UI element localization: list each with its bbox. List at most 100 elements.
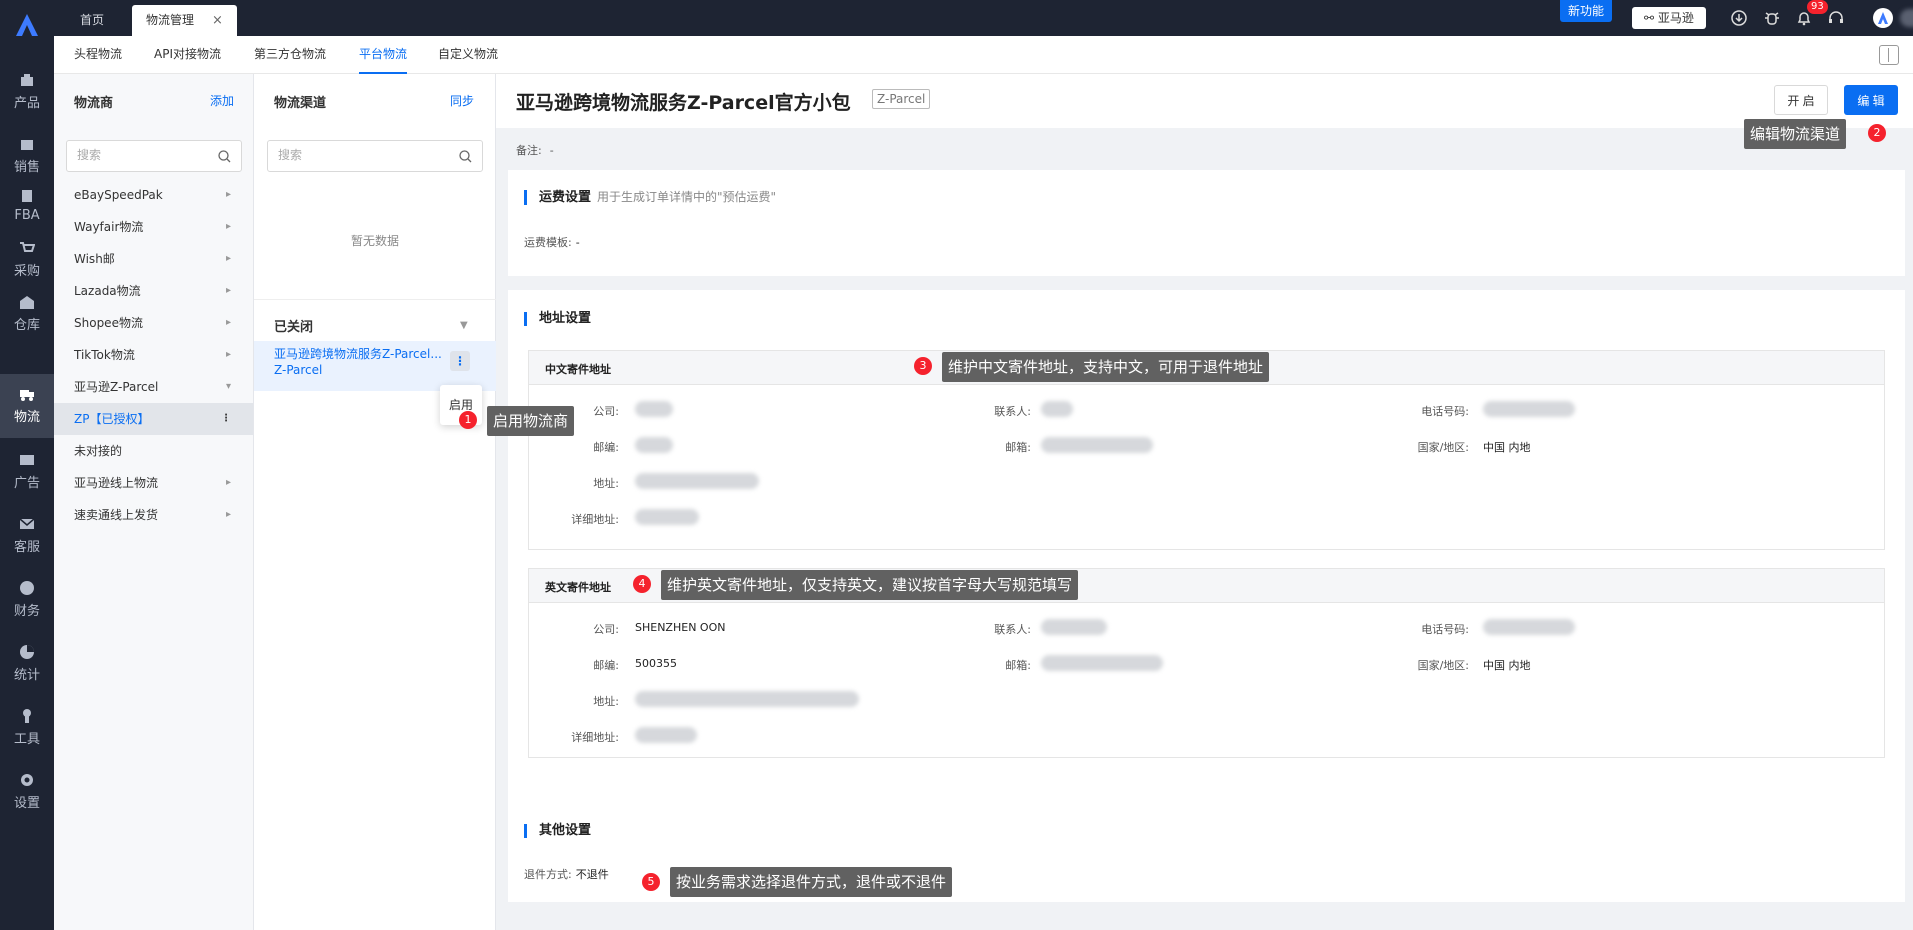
provider-item[interactable]: TikTok物流 ▸ [54, 339, 253, 371]
edit-button[interactable]: 编 辑 [1844, 85, 1898, 115]
user-name-blurred[interactable] [1900, 9, 1913, 27]
channel-name: 亚马逊跨境物流服务Z-Parcel... Z-Parcel [274, 346, 450, 378]
tab-logistics-management[interactable]: 物流管理 × [132, 5, 237, 36]
channel-search[interactable] [267, 140, 483, 172]
rail-item-stats[interactable]: 统计 [0, 632, 54, 696]
more-icon[interactable]: ⋮ [221, 403, 231, 435]
chevron-right-icon: ▸ [225, 253, 231, 264]
remark-label: 备注: [516, 144, 542, 157]
product-icon [21, 74, 33, 86]
provider-item[interactable]: eBaySpeedPak ▸ [54, 179, 253, 211]
rail-label: 客服 [13, 540, 40, 555]
channel-panel: 物流渠道 同步 暂无数据 已关闭 ▼ 亚马逊跨境物流服务Z-Parcel... … [254, 74, 496, 930]
rail-label: 设置 [13, 796, 40, 811]
provider-item[interactable]: 速卖通线上发货 ▸ [54, 499, 253, 531]
channel-name-line: 亚马逊跨境物流服务Z-Parcel... [274, 347, 442, 361]
tab-home[interactable]: 首页 [66, 5, 118, 36]
rail-item-warehouse[interactable]: 仓库 [0, 282, 54, 346]
provider-label: Lazada物流 [74, 284, 141, 298]
open-button[interactable]: 开 启 [1774, 85, 1828, 115]
freight-template-label: 运费模板: [524, 236, 572, 249]
subtab-first-leg[interactable]: 头程物流 [74, 36, 122, 74]
rail-label: 销售 [13, 160, 40, 175]
amazon-label: 亚马逊 [1657, 11, 1694, 25]
detail-address-label: 详细地址: [571, 513, 619, 526]
avatar[interactable] [1873, 8, 1893, 28]
annotation-tooltip: 维护英文寄件地址，仅支持英文，建议按首字母大写规范填写 [661, 570, 1079, 600]
truck-icon [20, 390, 34, 401]
return-method-value[interactable]: 不退件 [576, 868, 609, 881]
sync-link[interactable]: 同步 [450, 92, 474, 109]
subtab-custom[interactable]: 自定义物流 [438, 36, 498, 74]
notification-count-badge: 93 [1807, 0, 1828, 14]
new-feature-badge[interactable]: 新功能 [1560, 0, 1612, 22]
empty-state-text: 暂无数据 [350, 234, 399, 248]
provider-item-unconnected[interactable]: 未对接的 [54, 435, 253, 467]
rail-item-finance[interactable]: 财务 [0, 568, 54, 632]
provider-label: eBaySpeedPak [74, 188, 163, 202]
finance-icon [20, 581, 34, 595]
annotation-number: 5 [642, 873, 660, 891]
company-value-blurred [635, 401, 673, 417]
rail-label: 财务 [13, 604, 40, 619]
provider-panel: 物流商 添加 eBaySpeedPak ▸ Wayfair物流 ▸ Wish邮 ▸ L… [54, 74, 254, 930]
return-method-label: 退件方式: [524, 868, 572, 881]
chevron-down-icon[interactable]: ▼ [460, 320, 468, 331]
rail-label: 采购 [13, 264, 40, 279]
provider-search-input[interactable] [77, 148, 197, 162]
provider-panel-title: 物流商 [74, 96, 114, 111]
provider-item[interactable]: Lazada物流 ▸ [54, 275, 253, 307]
provider-item[interactable]: Wish邮 ▸ [54, 243, 253, 275]
freight-title-text: 运费设置 [539, 190, 592, 205]
provider-item-zp-authorized[interactable]: ZP【已授权】 ⋮ [54, 403, 253, 435]
phone-label: 电话号码: [1421, 405, 1469, 418]
amazon-button[interactable]: ⚯ 亚马逊 [1632, 7, 1706, 29]
subtab-third-party-warehouse[interactable]: 第三方仓物流 [254, 36, 326, 74]
rail-item-ad[interactable]: 广告 [0, 440, 54, 504]
channel-item[interactable]: 亚马逊跨境物流服务Z-Parcel... Z-Parcel ⋮ [254, 341, 496, 391]
app-logo-icon[interactable] [12, 10, 42, 40]
close-icon[interactable]: × [212, 13, 223, 28]
detail-address-label: 详细地址: [571, 731, 619, 744]
rail-item-settings[interactable]: 设置 [0, 760, 54, 824]
rail-item-tools[interactable]: 工具 [0, 696, 54, 760]
provider-label: Shopee物流 [74, 316, 143, 330]
provider-label: ZP【已授权】 [74, 412, 150, 426]
zip-value: 500355 [635, 657, 677, 670]
split-layout-icon[interactable] [1879, 45, 1899, 65]
subtab-api[interactable]: API对接物流 [154, 36, 221, 74]
subtab-platform[interactable]: 平台物流 [359, 36, 408, 74]
headset-icon[interactable] [1828, 10, 1844, 26]
rail-item-service[interactable]: 客服 [0, 504, 54, 568]
country-value: 中国 内地 [1483, 659, 1531, 672]
more-icon[interactable]: ⋮ [450, 351, 470, 371]
freight-settings-title: 运费设置 用于生成订单详情中的"预估运费" [524, 190, 776, 205]
search-icon [218, 150, 231, 163]
annotation-number: 4 [633, 575, 651, 593]
rail-item-product[interactable]: 产品 [0, 60, 54, 124]
ad-icon [20, 455, 34, 465]
provider-search[interactable] [66, 140, 242, 172]
provider-item-zparcel[interactable]: 亚马逊Z-Parcel ▾ [54, 371, 253, 403]
chevron-right-icon: ▸ [225, 189, 231, 200]
rail-item-logistics[interactable]: 物流 [0, 374, 54, 438]
bug-icon[interactable] [1764, 10, 1780, 26]
rail-label: 广告 [13, 476, 40, 491]
email-value-blurred [1041, 655, 1163, 671]
cn-address-title: 中文寄件地址 [545, 363, 611, 376]
contact-label: 联系人: [994, 623, 1031, 636]
channel-search-input[interactable] [278, 148, 398, 162]
rail-label: 物流 [13, 410, 40, 425]
add-provider-link[interactable]: 添加 [210, 92, 234, 109]
download-icon[interactable] [1731, 10, 1747, 26]
annotation-tooltip: 按业务需求选择退件方式，退件或不退件 [670, 867, 953, 897]
chevron-right-icon: ▸ [225, 509, 231, 520]
divider [254, 299, 496, 300]
top-bar: 首页 物流管理 × 新功能 ⚯ 亚马逊 93 [54, 0, 1913, 36]
freight-template-value: - [575, 236, 580, 249]
provider-item[interactable]: Shopee物流 ▸ [54, 307, 253, 339]
provider-item[interactable]: Wayfair物流 ▸ [54, 211, 253, 243]
provider-item[interactable]: 亚马逊线上物流 ▸ [54, 467, 253, 499]
rail-label: FBA [14, 208, 40, 223]
wrench-icon [23, 709, 31, 723]
